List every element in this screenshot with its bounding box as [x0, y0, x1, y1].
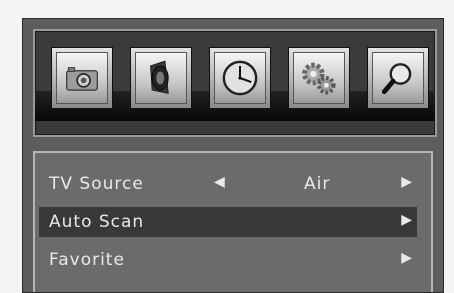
tv-source-value: Air [304, 174, 331, 194]
tile-face [293, 52, 345, 104]
speaker-icon [150, 60, 169, 94]
tile-face [372, 52, 424, 104]
time-menu-icon[interactable] [209, 47, 271, 109]
menu-row-favorite[interactable]: Favorite ▶ [39, 245, 417, 275]
row-label: Favorite [49, 250, 125, 270]
picture-menu-icon[interactable] [51, 47, 113, 109]
gears-icon [302, 62, 336, 95]
tv-osd-screen: TV Source ◀ Air ▶ Auto Scan ▶ Favorite ▶ [22, 18, 444, 293]
sound-menu-icon[interactable] [130, 47, 192, 109]
setup-menu-icon[interactable] [288, 47, 350, 109]
menu-row-auto-scan[interactable]: Auto Scan ▶ [39, 207, 417, 237]
clock-icon [222, 60, 258, 96]
arrow-left-icon[interactable]: ◀ [214, 174, 226, 190]
arrow-right-icon[interactable]: ▶ [401, 250, 413, 266]
menu-row-tv-source[interactable]: TV Source ◀ Air ▶ [39, 169, 417, 199]
settings-list-panel: TV Source ◀ Air ▶ Auto Scan ▶ Favorite ▶ [33, 151, 433, 292]
row-label: TV Source [49, 174, 144, 194]
tile-face [214, 52, 266, 104]
magnifier-icon [381, 63, 412, 95]
row-label: Auto Scan [49, 212, 145, 232]
main-menu-bar [33, 29, 437, 137]
channel-menu-icon[interactable] [367, 47, 429, 109]
arrow-right-icon[interactable]: ▶ [401, 212, 413, 228]
arrow-right-icon[interactable]: ▶ [401, 174, 413, 190]
tile-face [135, 52, 187, 104]
tile-face [56, 52, 108, 104]
camera-icon [66, 67, 98, 91]
